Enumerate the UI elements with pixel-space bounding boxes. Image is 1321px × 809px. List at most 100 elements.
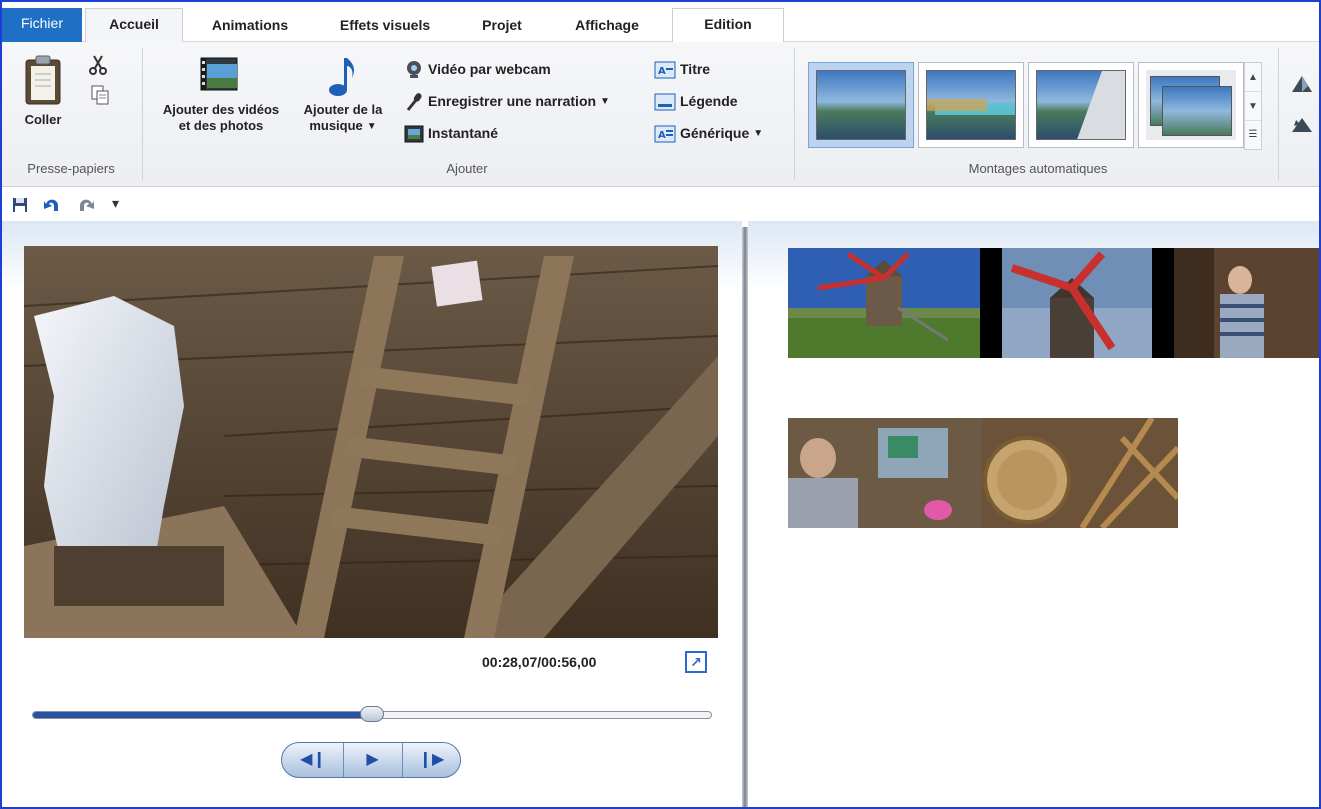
caption-button[interactable]: Légende (654, 90, 738, 114)
theme-preview-image (1036, 70, 1126, 140)
credits-button[interactable]: A Générique ▼ (654, 122, 763, 146)
save-icon (13, 198, 27, 212)
storyboard-clip[interactable] (1174, 248, 1319, 358)
next-frame-button[interactable]: ❙▶ (402, 743, 460, 777)
quick-access-toolbar: ▾ (2, 189, 1319, 221)
theme-thumbnail[interactable] (1138, 62, 1244, 148)
dropdown-arrow-icon: ▼ (753, 128, 764, 140)
add-videos-label-line1: Ajouter des vidéos (162, 102, 280, 117)
snapshot-button[interactable]: Instantané (404, 122, 498, 146)
paste-button[interactable]: Coller (12, 50, 74, 150)
copy-icon (91, 85, 109, 105)
snapshot-label: Instantané (428, 125, 499, 141)
scissors-icon (89, 55, 107, 75)
title-button[interactable]: A Titre (654, 58, 710, 82)
rotate-left-icon (1292, 76, 1312, 92)
tab-animations[interactable]: Animations (190, 10, 310, 42)
gallery-expand-button[interactable]: ☰ (1245, 121, 1261, 149)
credits-label: Générique (680, 125, 750, 141)
svg-text:A: A (658, 66, 666, 77)
undo-icon (44, 199, 58, 211)
add-music-label-line1: Ajouter de la (303, 102, 383, 117)
playback-controls: ◀❙ ▶ ❙▶ (281, 742, 461, 778)
title-icon: A (654, 61, 676, 79)
group-separator (1278, 48, 1279, 180)
redo-icon (80, 199, 94, 211)
cut-button[interactable] (88, 54, 110, 76)
add-videos-photos-button[interactable]: Ajouter des vidéos et des photos (152, 54, 290, 154)
record-narration-button[interactable]: Enregistrer une narration ▼ (404, 90, 610, 114)
video-preview (24, 246, 718, 638)
paste-label: Coller (24, 112, 62, 127)
storyboard-clip[interactable] (1002, 248, 1152, 358)
add-music-button[interactable]: Ajouter de la musique ▼ (290, 54, 396, 154)
tab-view[interactable]: Affichage (554, 10, 660, 42)
add-videos-label-line2: et des photos (178, 118, 264, 133)
clip-thumbnail-sieve (982, 418, 1178, 528)
customize-toolbar-icon[interactable]: ▾ (112, 195, 119, 212)
narration-label: Enregistrer une narration (428, 93, 597, 109)
copy-button[interactable] (90, 84, 112, 106)
add-music-label-line2: musique (309, 118, 363, 133)
clip-transition (980, 248, 1002, 358)
caption-label: Légende (680, 93, 738, 109)
theme-preview-image (1146, 70, 1236, 140)
storyboard-clip[interactable] (788, 248, 980, 358)
expand-arrow-icon: ↗ (690, 654, 702, 670)
seek-bar[interactable] (32, 706, 712, 722)
rotate-right-icon (1292, 118, 1312, 132)
gallery-scroll-up-button[interactable]: ▲ (1245, 63, 1261, 92)
dropdown-arrow-icon: ▼ (600, 96, 610, 108)
clipboard-group-label: Presse-papiers (27, 161, 115, 176)
tab-project[interactable]: Projet (462, 10, 542, 42)
music-note-icon (329, 58, 355, 96)
tab-home[interactable]: Accueil (85, 8, 183, 43)
redo-button[interactable] (76, 195, 96, 220)
automovie-group-label: Montages automatiques (968, 161, 1108, 176)
app-window: Fichier Accueil Animations Effets visuel… (0, 0, 1321, 809)
ribbon: Coller Presse-papiers Ajouter des vidéos… (2, 42, 1319, 187)
gallery-scroll-down-button[interactable]: ▼ (1245, 92, 1261, 121)
seek-bar-progress (33, 712, 372, 718)
webcam-label: Vidéo par webcam (428, 61, 551, 77)
theme-thumbnail[interactable] (808, 62, 914, 148)
group-separator (142, 48, 143, 180)
film-photo-icon (200, 57, 238, 91)
theme-thumbnail[interactable] (1028, 62, 1134, 148)
add-group-label: Ajouter (446, 161, 488, 176)
play-button[interactable]: ▶ (343, 743, 401, 777)
play-icon: ▶ (366, 751, 379, 768)
tab-edit[interactable]: Edition (672, 8, 784, 42)
clip-thumbnail-windmill (1002, 248, 1152, 358)
timecode-display: 00:28,07/00:56,00 (482, 654, 597, 670)
next-frame-icon: ❙▶ (418, 751, 445, 768)
tab-visual-effects[interactable]: Effets visuels (320, 10, 450, 42)
storyboard-row (788, 418, 1178, 528)
storyboard-pane (748, 221, 1319, 807)
storyboard-row (788, 248, 1319, 358)
clip-thumbnail-windmill (788, 248, 980, 358)
storyboard-clip[interactable] (982, 418, 1178, 528)
fullscreen-button[interactable]: ↗ (685, 651, 707, 673)
storyboard-clip[interactable] (788, 418, 982, 528)
undo-button[interactable] (42, 195, 62, 220)
webcam-video-button[interactable]: Vidéo par webcam (404, 58, 551, 82)
previous-frame-icon: ◀❙ (300, 751, 326, 768)
snapshot-icon (404, 125, 424, 143)
save-button[interactable] (12, 197, 28, 218)
title-label: Titre (680, 61, 711, 77)
tab-file[interactable]: Fichier (2, 8, 82, 42)
dropdown-arrow-icon: ▼ (366, 120, 377, 132)
rotate-left-button[interactable] (1288, 72, 1316, 96)
gallery-scroller: ▲ ▼ ☰ (1244, 62, 1262, 150)
preview-pane: 00:28,07/00:56,00 ↗ ◀❙ ▶ ❙▶ (2, 221, 742, 807)
ribbon-tab-bar: Fichier Accueil Animations Effets visuel… (2, 2, 1319, 43)
automovie-theme-gallery: ▲ ▼ ☰ (808, 62, 1262, 150)
previous-frame-button[interactable]: ◀❙ (284, 743, 342, 777)
rotate-right-button[interactable] (1288, 112, 1316, 136)
svg-text:A: A (658, 130, 666, 141)
webcam-icon (407, 61, 421, 79)
clip-thumbnail-workshop (788, 418, 982, 528)
theme-thumbnail[interactable] (918, 62, 1024, 148)
seek-bar-thumb[interactable] (360, 706, 384, 722)
